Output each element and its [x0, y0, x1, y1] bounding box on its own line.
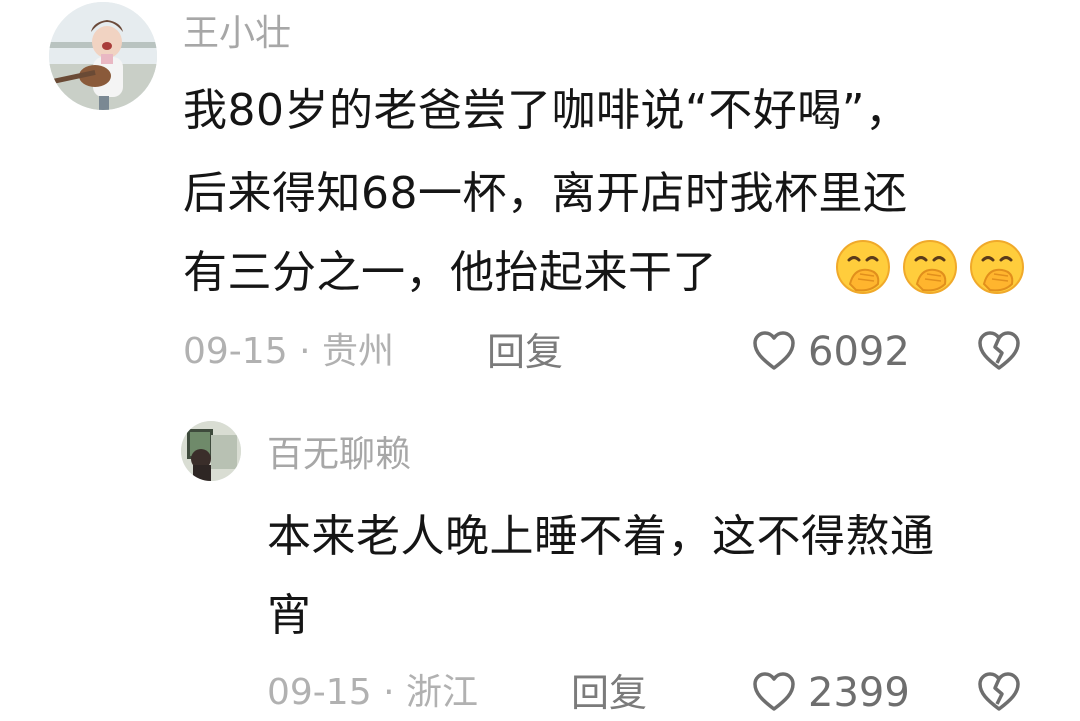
comment-text-line: 宵	[267, 590, 312, 641]
hand-over-mouth-emoji	[970, 240, 1024, 294]
like-count: 2399	[808, 670, 910, 716]
username[interactable]: 王小壮	[183, 16, 291, 52]
comment-date: 09-15	[183, 331, 288, 372]
painting-avatar	[181, 421, 241, 481]
comment-text-line: 我80岁的老爸尝了咖啡说“不好喝”，	[183, 85, 910, 136]
like-button[interactable]	[750, 327, 798, 375]
username[interactable]: 百无聊赖	[267, 437, 411, 473]
hand-over-mouth-emoji	[903, 240, 957, 294]
comment-text-line: 本来老人晚上睡不着，这不得熬通	[267, 511, 935, 562]
girl-with-guitar-avatar	[49, 2, 157, 110]
meta-separator: ·	[299, 331, 311, 372]
comment-meta: 09-15 · 贵州	[183, 334, 394, 370]
like-button[interactable]	[750, 668, 798, 716]
reply-button[interactable]: 回复	[487, 333, 563, 371]
comment-date: 09-15	[267, 672, 372, 713]
heart-outline-icon	[753, 672, 795, 711]
hand-over-mouth-emoji	[836, 240, 890, 294]
dislike-button[interactable]	[975, 327, 1023, 375]
heart-outline-icon	[753, 331, 795, 370]
dislike-button[interactable]	[975, 668, 1023, 716]
like-count: 6092	[808, 329, 910, 375]
user-avatar[interactable]	[49, 2, 157, 110]
comment-location: 贵州	[321, 331, 394, 372]
comment-meta: 09-15 · 浙江	[267, 675, 478, 711]
comment-text-line: 后来得知68一杯，离开店时我杯里还	[183, 168, 908, 219]
reply-button[interactable]: 回复	[571, 674, 647, 712]
comment-text-line: 有三分之一，他抬起来干了	[183, 247, 717, 298]
user-avatar[interactable]	[181, 421, 241, 481]
comment-location: 浙江	[405, 672, 478, 713]
meta-separator: ·	[383, 672, 395, 713]
broken-heart-icon	[978, 672, 1020, 711]
broken-heart-icon	[978, 331, 1020, 370]
